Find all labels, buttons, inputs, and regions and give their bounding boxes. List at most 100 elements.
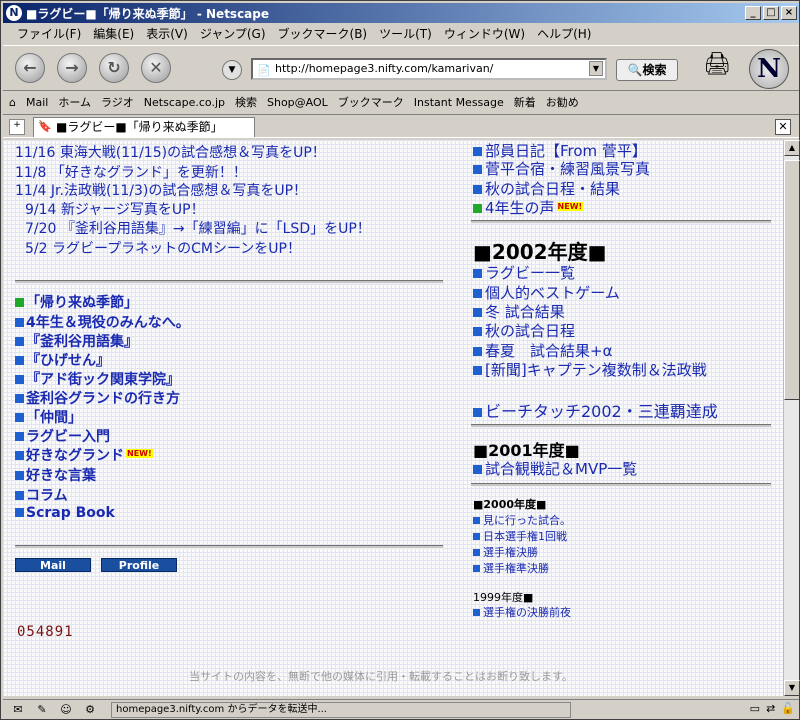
mail-button[interactable]: Mail: [15, 558, 91, 572]
news-item[interactable]: 11/16 東海大戦(11/15)の試合感想＆写真をUP！: [15, 142, 326, 162]
link-adomachick[interactable]: 『アド街ック関東学院』: [15, 369, 180, 389]
tab-current-page[interactable]: 🔖 ■ラグビー■「帰り来ぬ季節」: [33, 117, 255, 137]
maximize-button[interactable]: □: [763, 6, 779, 20]
url-text: http://homepage3.nifty.com/kamarivan/: [275, 62, 494, 75]
link-2001-item[interactable]: 試合観戦記＆MVP一覧: [473, 458, 637, 479]
close-window-button[interactable]: ×: [781, 6, 797, 20]
reload-button[interactable]: ↻: [99, 53, 129, 83]
bookmark-radio[interactable]: ラジオ: [101, 94, 134, 110]
link-2002-item[interactable]: 個人的ベストゲーム: [473, 282, 620, 303]
profile-button[interactable]: Profile: [101, 558, 177, 572]
link-2000-item[interactable]: 選手権準決勝: [473, 560, 549, 576]
link-1999-item[interactable]: 選手権の決勝前夜: [473, 604, 571, 620]
menu-go[interactable]: ジャンプ(G): [200, 25, 266, 42]
search-button[interactable]: 🔍検索: [616, 59, 678, 81]
bookmark-new[interactable]: 新着: [514, 94, 536, 110]
menu-edit[interactable]: 編集(E): [93, 25, 134, 42]
composer-icon[interactable]: ✎: [33, 703, 51, 717]
bookmark-home[interactable]: ホーム: [58, 94, 91, 110]
link-message-to-members[interactable]: 4年生＆現役のみんなへ。: [15, 312, 190, 332]
news-item[interactable]: 5/2 ラグビープラネットのCMシーンをUP！: [25, 238, 301, 258]
bookmark-search[interactable]: 検索: [235, 94, 257, 110]
bookmark-netscape[interactable]: Netscape.co.jp: [144, 96, 225, 109]
tab-page-icon: 🔖: [38, 120, 52, 133]
menu-window[interactable]: ウィンドウ(W): [444, 25, 525, 42]
link-nakama[interactable]: 「仲間」: [15, 407, 82, 427]
menu-tools[interactable]: ツール(T): [379, 25, 432, 42]
scrollbar-thumb[interactable]: [784, 160, 800, 400]
link-autumn-schedule[interactable]: 秋の試合日程・結果: [473, 178, 620, 199]
visitor-counter: 054891: [17, 624, 74, 640]
link-2002-item[interactable]: 冬 試合結果: [473, 301, 565, 322]
back-button[interactable]: ←: [15, 53, 45, 83]
link-favorite-ground[interactable]: 好きなグランド NEW!: [15, 445, 153, 465]
link-rugby-intro[interactable]: ラグビー入門: [15, 426, 110, 446]
news-item[interactable]: 11/8 「好きなグランド」を更新！！: [15, 162, 247, 182]
bookmark-instant-message[interactable]: Instant Message: [414, 96, 504, 109]
menu-view[interactable]: 表示(V): [146, 25, 188, 42]
link-2002-item[interactable]: 春夏 試合結果+α: [473, 340, 612, 361]
divider: [15, 280, 443, 284]
scroll-down-icon[interactable]: ▼: [784, 680, 800, 696]
divider: [471, 483, 771, 487]
bookmark-recommend[interactable]: お勧め: [546, 94, 579, 110]
new-tab-icon[interactable]: +: [9, 119, 25, 135]
tab-title: ■ラグビー■「帰り来ぬ季節」: [56, 120, 223, 134]
news-item[interactable]: 7/20 『釜利谷用語集』→「練習編」に「LSD」をUP！: [25, 218, 371, 238]
menu-file[interactable]: ファイル(F): [17, 25, 81, 42]
link-2000-item[interactable]: 選手権決勝: [473, 544, 538, 560]
link-favorite-words[interactable]: 好きな言葉: [15, 465, 96, 485]
url-dropdown-icon[interactable]: ▼: [589, 61, 603, 76]
forward-button[interactable]: →: [57, 53, 87, 83]
url-field[interactable]: 📄 http://homepage3.nifty.com/kamarivan/ …: [251, 58, 607, 80]
menu-help[interactable]: ヘルプ(H): [537, 25, 591, 42]
news-item[interactable]: 11/4 Jr.法政戦(11/3)の試合感想＆写真をUP！: [15, 180, 307, 200]
tab-bar: + 🔖 ■ラグビー■「帰り来ぬ季節」 ✕: [3, 114, 799, 138]
status-right-icons: ▭ ⇄ 🔓: [744, 702, 795, 715]
link-2000-item[interactable]: 見に行った試合。: [473, 512, 571, 528]
menu-bar: ファイル(F) 編集(E) 表示(V) ジャンプ(G) ブックマーク(B) ツー…: [3, 24, 799, 43]
divider: [471, 220, 771, 224]
aim-icon[interactable]: ☺: [57, 703, 75, 717]
lock-icon: 🔓: [781, 702, 795, 715]
netscape-app-icon: N: [6, 5, 22, 21]
menu-bookmarks[interactable]: ブックマーク(B): [278, 25, 368, 42]
page-icon: 📄: [257, 64, 271, 77]
browser-window: N ■ラグビー■「帰り来ぬ季節」 - Netscape _ □ × ファイル(F…: [0, 0, 800, 720]
history-dropdown-icon[interactable]: ▼: [222, 60, 242, 80]
vertical-scrollbar[interactable]: ▲ ▼: [783, 140, 800, 696]
home-tab-icon[interactable]: ⌂: [9, 96, 16, 109]
netscape-logo-icon[interactable]: N: [749, 49, 789, 89]
link-2000-item[interactable]: 日本選手権1回戦: [473, 528, 567, 544]
close-tab-button[interactable]: ✕: [775, 119, 791, 135]
bookmark-shop[interactable]: Shop@AOL: [267, 96, 328, 109]
mail-status-icon[interactable]: ✉: [9, 703, 27, 717]
divider: [471, 424, 771, 428]
link-2002-item[interactable]: 秋の試合日程: [473, 320, 575, 341]
heading-2002: ■2002年度■: [473, 240, 607, 264]
link-higesen[interactable]: 『ひげせん』: [15, 350, 110, 370]
bookmark-mail[interactable]: Mail: [26, 96, 48, 109]
progress-icon: ▭: [749, 702, 761, 715]
link-scrap-book[interactable]: Scrap Book: [15, 505, 115, 521]
heading-1999: 1999年度■: [473, 591, 534, 604]
scroll-up-icon[interactable]: ▲: [784, 140, 800, 156]
link-beach-touch[interactable]: ビーチタッチ2002・三連覇達成: [473, 398, 718, 422]
new-badge: NEW!: [556, 202, 584, 211]
news-item[interactable]: 9/14 新ジャージ写真をUP！: [25, 199, 205, 219]
link-column[interactable]: コラム: [15, 485, 68, 505]
link-ground-directions[interactable]: 釜利谷グランドの行き方: [15, 388, 180, 408]
title-bar: N ■ラグビー■「帰り来ぬ季節」 - Netscape _ □ ×: [3, 3, 799, 23]
bookmark-bookmarks[interactable]: ブックマーク: [338, 94, 404, 110]
page-content: 11/16 東海大戦(11/15)の試合感想＆写真をUP！ 11/8 「好きなグ…: [3, 140, 783, 696]
stop-button[interactable]: ✕: [141, 53, 171, 83]
link-2002-item[interactable]: ラグビー一覧: [473, 262, 575, 283]
link-2002-item[interactable]: [新聞]キャプテン複数制＆法政戦: [473, 359, 707, 380]
link-kaerikonu-kisetsu[interactable]: 「帰り来ぬ季節」: [15, 292, 138, 312]
security-icon[interactable]: ⚙: [81, 703, 99, 717]
print-icon[interactable]: 🖨: [703, 52, 731, 77]
link-glossary[interactable]: 『釜利谷用語集』: [15, 331, 138, 351]
link-camp-photos[interactable]: 菅平合宿・練習風景写真: [473, 158, 650, 179]
minimize-button[interactable]: _: [745, 6, 761, 20]
link-4th-year-voices[interactable]: 4年生の声 NEW!: [473, 197, 584, 218]
